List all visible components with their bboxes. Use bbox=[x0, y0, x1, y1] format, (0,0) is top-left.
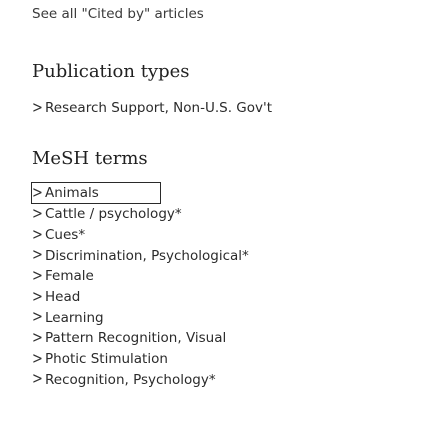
mesh-term-label: Female bbox=[45, 268, 94, 285]
mesh-term-item[interactable]: > Learning bbox=[32, 307, 249, 328]
mesh-term-item[interactable]: > Recognition, Psychology* bbox=[32, 370, 249, 391]
chevron-right-icon: > bbox=[32, 329, 43, 348]
chevron-right-icon: > bbox=[32, 308, 43, 327]
publication-types-heading: Publication types bbox=[32, 61, 190, 82]
mesh-term-item[interactable]: > Head bbox=[32, 287, 249, 308]
chevron-right-icon: > bbox=[32, 267, 43, 286]
chevron-right-icon: > bbox=[32, 205, 43, 224]
mesh-term-label: Learning bbox=[45, 309, 104, 326]
see-all-cited-by-link[interactable]: See all "Cited by" articles bbox=[32, 4, 204, 24]
mesh-terms-list: > Animals > Cattle / psychology* > Cues*… bbox=[31, 182, 249, 391]
mesh-term-label: Pattern Recognition, Visual bbox=[45, 330, 227, 347]
mesh-terms-heading: MeSH terms bbox=[32, 148, 148, 169]
mesh-term-item[interactable]: > Female bbox=[32, 266, 249, 287]
chevron-right-icon: > bbox=[32, 350, 43, 369]
mesh-term-item[interactable]: > Cues* bbox=[32, 225, 249, 246]
chevron-right-icon: > bbox=[32, 226, 43, 245]
chevron-right-icon: > bbox=[32, 370, 43, 389]
mesh-term-label: Cues* bbox=[45, 227, 86, 244]
publication-types-list: > Research Support, Non-U.S. Gov't bbox=[32, 97, 272, 119]
mesh-term-label: Photic Stimulation bbox=[45, 351, 168, 368]
mesh-term-label: Recognition, Psychology* bbox=[45, 371, 216, 388]
mesh-term-label: Discrimination, Psychological* bbox=[45, 247, 249, 264]
mesh-term-item[interactable]: > Discrimination, Psychological* bbox=[32, 245, 249, 266]
mesh-term-item[interactable]: > Cattle / psychology* bbox=[32, 204, 249, 225]
mesh-term-item[interactable]: > Photic Stimulation bbox=[32, 349, 249, 370]
mesh-term-label: Head bbox=[45, 289, 81, 306]
chevron-right-icon: > bbox=[32, 99, 43, 117]
publication-type-label: Research Support, Non-U.S. Gov't bbox=[45, 100, 272, 116]
publication-type-item[interactable]: > Research Support, Non-U.S. Gov't bbox=[32, 97, 272, 119]
chevron-right-icon: > bbox=[32, 288, 43, 307]
chevron-right-icon: > bbox=[32, 246, 43, 265]
chevron-right-icon: > bbox=[32, 184, 43, 202]
mesh-term-item[interactable]: > Pattern Recognition, Visual bbox=[32, 328, 249, 349]
mesh-term-label: Cattle / psychology* bbox=[45, 206, 182, 223]
mesh-term-item-animals[interactable]: > Animals bbox=[31, 182, 161, 204]
mesh-term-label: Animals bbox=[45, 185, 99, 201]
